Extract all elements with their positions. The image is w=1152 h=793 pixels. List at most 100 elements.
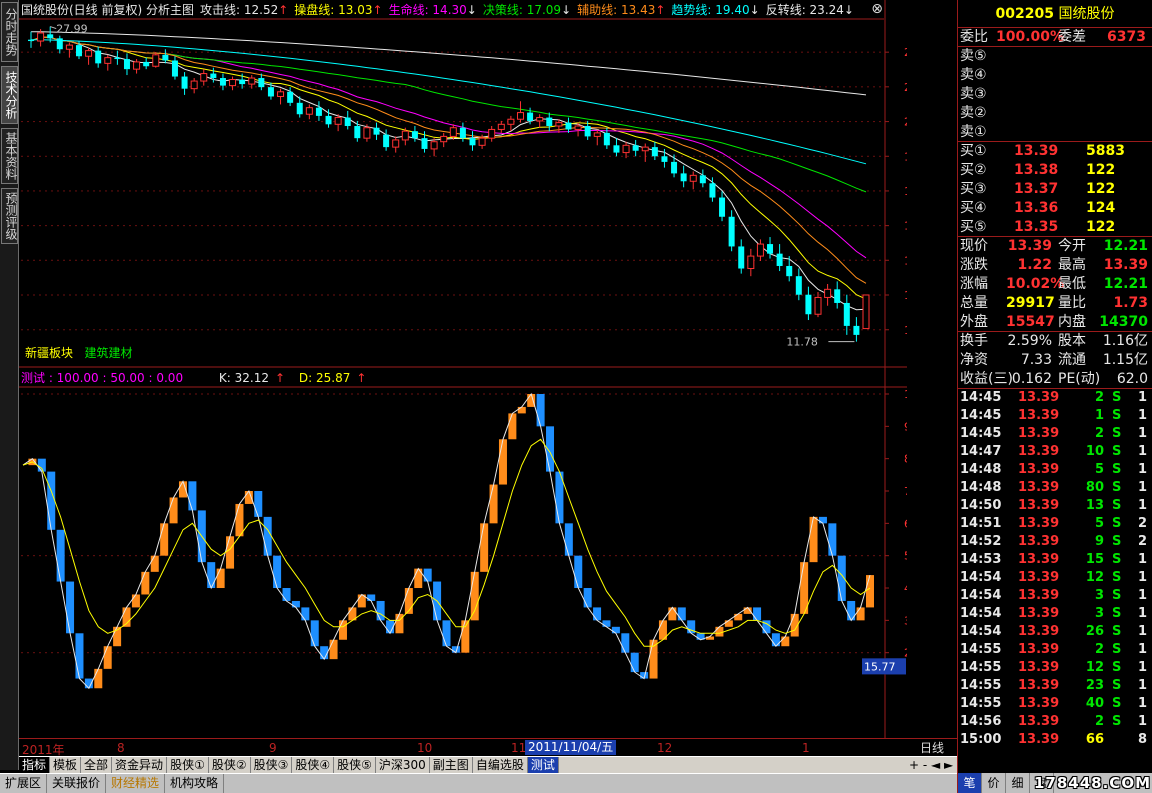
tick-price: 13.39: [1018, 714, 1060, 729]
tick-volume: 3: [1094, 606, 1104, 621]
candle-body: [123, 59, 130, 70]
candle-body: [469, 138, 476, 146]
tick-row: 14:50 13.39 13 S 1: [958, 497, 1152, 515]
candle-body: [680, 173, 687, 182]
tick-row: 14:48 13.39 5 S 1: [958, 461, 1152, 479]
indicator-tab-bar: 指标 模板 全部 资金异动 股侠① 股侠② 股侠③ 股侠④ 股侠⑤ 沪深300 …: [19, 756, 957, 773]
status-tab-finance-news[interactable]: 财经精选: [106, 774, 166, 793]
candle-body: [699, 175, 706, 184]
vtab-fundamentals[interactable]: 基本资料: [1, 128, 18, 184]
tick-time: 14:56: [960, 714, 1002, 729]
tick-side: S: [1112, 408, 1122, 423]
tick-count: 1: [1138, 444, 1148, 459]
tick-time: 14:45: [960, 408, 1002, 423]
tick-price: 13.39: [1018, 606, 1060, 621]
candle-body: [325, 115, 332, 125]
tab-ticks[interactable]: 笔: [958, 773, 982, 793]
tick-price: 13.39: [1018, 552, 1060, 567]
kd-bar: [169, 497, 178, 524]
vtab-rating[interactable]: 预测评级: [1, 188, 18, 244]
fundamentals-block: 换手 2.59% 股本 1.16亿 净资 7.33 流通 1.15亿 收益(三) 0.162 PE(…: [958, 332, 1152, 389]
kd-bar: [771, 633, 780, 647]
tick-side: S: [1112, 642, 1122, 657]
tab-detail[interactable]: 细: [1006, 773, 1030, 793]
candle-body: [75, 45, 82, 57]
kd-bar: [480, 523, 489, 572]
tick-side: S: [1112, 588, 1122, 603]
tick-price: 13.39: [1018, 642, 1060, 657]
tick-volume: 2: [1094, 642, 1104, 657]
period-label[interactable]: 日线: [907, 738, 957, 756]
indicator-chart[interactable]: 100.0 90.00 80.00 70.00 60.00 50.00 40.00 30.00…: [19, 368, 936, 738]
tab-guxia-5[interactable]: 股侠⑤: [334, 757, 376, 773]
ma-legend-item: 辅助线: 13.43: [577, 3, 656, 17]
candle-body: [383, 134, 390, 148]
candle-body: [65, 44, 73, 50]
vtab-intraday[interactable]: 分时走势: [1, 2, 18, 62]
sell-level-row: 卖②: [958, 104, 1152, 123]
tab-guxia-3[interactable]: 股侠③: [251, 757, 293, 773]
candle-body: [258, 78, 265, 88]
tick-price: 13.39: [1018, 480, 1060, 495]
status-tab-institution[interactable]: 机构攻略: [165, 774, 225, 793]
quote-value: 12.21: [1103, 276, 1148, 292]
close-icon[interactable]: ⊗: [871, 1, 883, 17]
tab-price[interactable]: 价: [982, 773, 1006, 793]
tab-indicator[interactable]: 指标: [19, 757, 51, 773]
tab-guxia-2[interactable]: 股侠②: [209, 757, 251, 773]
price-tick-label: 26.09: [904, 46, 907, 59]
tab-fund-flow[interactable]: 资金异动: [112, 757, 168, 773]
kd-bar: [254, 491, 263, 517]
price-tick-label: 16.20: [904, 220, 907, 233]
ma-legend-item: 趋势线: 19.40: [671, 3, 750, 17]
sell-level-label: 卖④: [960, 67, 987, 83]
candle-body: [47, 34, 54, 39]
tab-sub-main[interactable]: 副主图: [430, 757, 473, 773]
tick-count: 1: [1138, 462, 1148, 477]
tick-volume: 15: [1085, 552, 1104, 567]
kd-bar: [470, 571, 479, 621]
candle-body: [805, 294, 812, 315]
tab-test[interactable]: 测试: [527, 757, 559, 773]
candle-body: [747, 255, 755, 270]
ma-trend-arrow-icon: ↓: [561, 3, 572, 17]
sector-industry[interactable]: 建筑建材: [84, 346, 132, 360]
sector-region[interactable]: 新疆板块: [25, 346, 73, 360]
fundamental-value: 1.15亿: [1102, 352, 1148, 368]
tab-hs300[interactable]: 沪深300: [376, 757, 430, 773]
kd-bar: [263, 516, 272, 556]
status-tab-extension[interactable]: 扩展区: [0, 774, 48, 793]
stock-header: 002205 国统股份: [958, 0, 1152, 28]
status-tab-related-quotes[interactable]: 关联报价: [47, 774, 107, 793]
kd-bar: [226, 536, 235, 569]
candle-body: [862, 294, 870, 330]
tick-count: 1: [1138, 498, 1148, 513]
tick-count: 1: [1138, 624, 1148, 639]
kd-bar: [668, 607, 677, 621]
tick-row: 14:55 13.39 40 S 1: [958, 695, 1152, 713]
tab-guxia-1[interactable]: 股侠①: [167, 757, 209, 773]
ind-tick-label: 40.00: [904, 582, 907, 595]
candle-body: [239, 79, 246, 85]
date-label: 1: [802, 741, 810, 755]
current-value-label: 15.77: [864, 660, 896, 673]
status-bar: 扩展区 关联报价 财经精选 机构攻略: [0, 773, 957, 793]
indicator-d: D: 25.87: [298, 371, 351, 385]
candle-body: [85, 50, 93, 57]
tick-time: 14:54: [960, 570, 1002, 585]
tab-template[interactable]: 模板: [50, 757, 82, 773]
fundamental-value: 2.59%: [1007, 333, 1052, 349]
tab-guxia-4[interactable]: 股侠④: [292, 757, 335, 773]
main-kline-chart[interactable]: 26.0980%23.7270%21.5660%19.6050%17.8240%…: [19, 0, 936, 368]
tick-count: 1: [1138, 678, 1148, 693]
tab-all[interactable]: 全部: [81, 757, 113, 773]
tick-volume: 3: [1094, 588, 1104, 603]
tick-price: 13.39: [1018, 408, 1060, 423]
tab-custom-screen[interactable]: 自编选股: [473, 757, 528, 773]
nav-buttons[interactable]: + - ◄ ►: [909, 757, 953, 773]
main-chart-title: 国统股份(日线 前复权) 分析主图: [21, 3, 194, 17]
candle-body: [181, 76, 188, 89]
tick-side: S: [1112, 606, 1122, 621]
candle-body: [853, 325, 860, 335]
vtab-technical[interactable]: 技术分析: [1, 66, 18, 124]
